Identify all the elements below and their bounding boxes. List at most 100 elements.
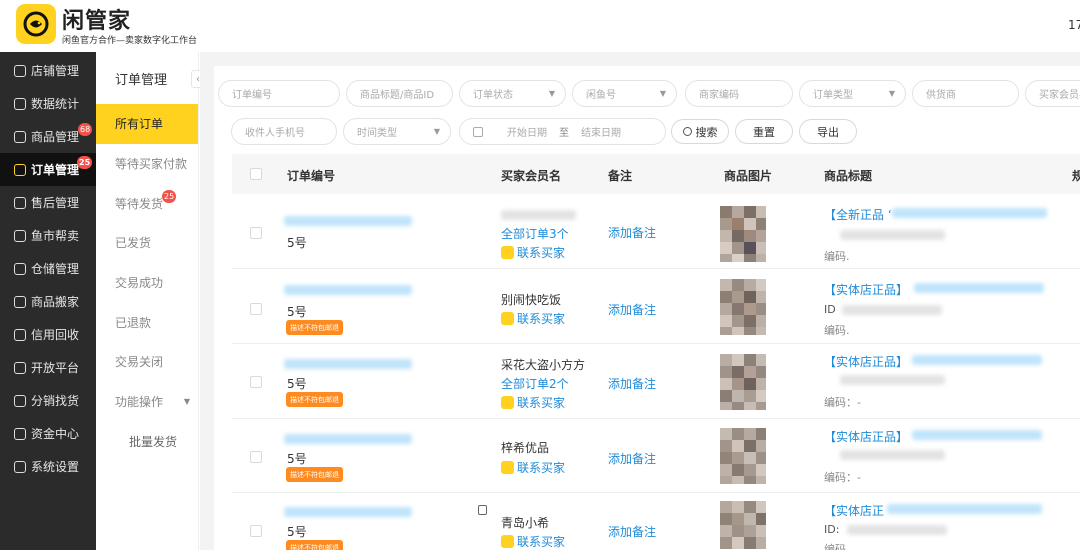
row-checkbox[interactable]	[250, 525, 262, 537]
warehouse-icon	[14, 262, 26, 275]
goods-count-badge: 68	[78, 123, 93, 136]
table-row[interactable]: 5号 描述不符包邮退 青岛小希 联系买家 添加备注 【实体店正 ID: 编码	[232, 493, 1080, 550]
subnav-item-awaiting-shipment[interactable]: 等待发货 25	[96, 183, 198, 223]
supplier-input[interactable]: 供货商	[912, 80, 1019, 107]
export-button[interactable]: 导出	[799, 119, 857, 144]
add-note-link[interactable]: 添加备注	[608, 450, 656, 467]
contact-buyer-link[interactable]: 联系买家	[501, 533, 565, 550]
sidebar-item-recycle[interactable]: 信用回收	[0, 318, 96, 351]
table-header: 订单编号 买家会员名 备注 商品图片 商品标题 规	[232, 154, 1080, 194]
subnav-title: 订单管理	[115, 72, 168, 88]
product-title-link[interactable]: 【全新正品 ‘	[824, 206, 892, 223]
row-checkbox[interactable]	[250, 303, 262, 315]
chat-icon	[501, 246, 514, 259]
sidebar-item-label: 商品搬家	[31, 295, 80, 309]
copy-icon[interactable]	[478, 505, 487, 515]
product-title-input[interactable]: 商品标题/商品ID	[346, 80, 453, 107]
order-number-suffix: 5号	[287, 452, 307, 466]
order-icon	[14, 163, 26, 176]
date-range-picker[interactable]: 开始日期 至 结束日期	[459, 118, 666, 145]
subnav-item-all-orders[interactable]: 所有订单	[96, 104, 198, 144]
order-number-blurred	[284, 285, 412, 295]
contact-buyer-link[interactable]: 联系买家	[501, 394, 565, 411]
order-no-input[interactable]: 订单编号	[218, 80, 340, 107]
add-note-link[interactable]: 添加备注	[608, 224, 656, 241]
sidebar-item-orders[interactable]: 订单管理 25	[0, 153, 96, 186]
sidebar-item-store[interactable]: 店铺管理	[0, 54, 96, 87]
contact-buyer-link[interactable]: 联系买家	[501, 459, 565, 476]
add-note-link[interactable]: 添加备注	[608, 301, 656, 318]
sidebar-item-move[interactable]: 商品搬家	[0, 285, 96, 318]
all-orders-link[interactable]: 全部订单3个	[501, 225, 569, 242]
row-checkbox[interactable]	[250, 227, 262, 239]
subnav-item-operations[interactable]: 功能操作 ▼	[96, 382, 198, 422]
merchant-code-input[interactable]: 商家编码	[685, 80, 793, 107]
table-row[interactable]: 5号 全部订单3个 联系买家 添加备注 【全新正品 ‘ 编码.	[232, 194, 1080, 269]
product-thumbnail[interactable]	[720, 279, 766, 335]
row-checkbox[interactable]	[250, 376, 262, 388]
sidebar-item-stats[interactable]: 数据统计	[0, 87, 96, 120]
product-title-prefix: 【全新正品	[824, 208, 885, 222]
buyer-name-blurred	[501, 210, 576, 220]
sidebar-item-distribution[interactable]: 分销找货	[0, 384, 96, 417]
product-thumbnail[interactable]	[720, 501, 766, 550]
add-note-link[interactable]: 添加备注	[608, 523, 656, 540]
sidebar-item-fish-market[interactable]: 鱼市帮卖	[0, 219, 96, 252]
search-button[interactable]: 搜索	[671, 119, 729, 144]
sidebar-item-label: 订单管理	[31, 163, 80, 177]
search-icon	[682, 127, 692, 136]
order-status-select[interactable]: 订单状态 ▼	[459, 80, 566, 107]
sidebar-item-after-sale[interactable]: 售后管理	[0, 186, 96, 219]
all-orders-link[interactable]: 全部订单2个	[501, 375, 569, 392]
subnav-item-completed[interactable]: 交易成功	[96, 263, 198, 303]
subnav-item-awaiting-payment[interactable]: 等待买家付款	[96, 144, 198, 184]
subnav-item-closed[interactable]: 交易关闭	[96, 342, 198, 382]
sidebar-item-label: 分销找货	[31, 394, 80, 408]
xianyu-no-select[interactable]: 闲鱼号 ▼	[572, 80, 677, 107]
sidebar-item-warehouse[interactable]: 仓储管理	[0, 252, 96, 285]
product-title-link[interactable]: 【实体店正	[824, 502, 884, 519]
end-date-placeholder[interactable]: 结束日期	[581, 124, 621, 139]
product-thumbnail[interactable]	[720, 428, 766, 484]
product-title-link[interactable]: 【实体店正品】	[824, 353, 908, 370]
sidebar-item-label: 开放平台	[31, 361, 80, 375]
app-logo[interactable]	[16, 4, 56, 44]
table-row[interactable]: 5号 描述不符包邮退 别闹快吃饭 联系买家 添加备注 【实体店正品】 ID 编码…	[232, 269, 1080, 344]
buyer-name: 采花大盗小方方	[501, 358, 586, 372]
order-status-placeholder: 订单状态	[473, 90, 513, 101]
time-type-select[interactable]: 时间类型 ▼	[343, 118, 451, 145]
table-row[interactable]: 5号 描述不符包邮退 采花大盗小方方 全部订单2个 联系买家 添加备注 【实体店…	[232, 344, 1080, 419]
subnav-item-batch-ship[interactable]: 批量发货	[96, 422, 198, 462]
sidebar-item-goods[interactable]: 商品管理 68	[0, 120, 96, 153]
product-title-link[interactable]: 【实体店正品】	[824, 428, 908, 445]
product-title-link[interactable]: 【实体店正品】	[824, 281, 908, 298]
reset-button[interactable]: 重置	[735, 119, 793, 144]
header-user-info[interactable]: 17	[1068, 18, 1080, 32]
row-checkbox[interactable]	[250, 451, 262, 463]
order-number-suffix: 5号	[287, 525, 307, 539]
contact-buyer-link[interactable]: 联系买家	[501, 244, 565, 261]
product-thumbnail[interactable]	[720, 354, 766, 410]
add-note-link[interactable]: 添加备注	[608, 375, 656, 392]
select-all-checkbox[interactable]	[250, 168, 262, 180]
sidebar-item-fund[interactable]: 资金中心	[0, 417, 96, 450]
table-row[interactable]: 5号 描述不符包邮退 梓希优品 联系买家 添加备注 【实体店正品】 编码：-	[232, 419, 1080, 493]
sidebar-item-platform[interactable]: 开放平台	[0, 351, 96, 384]
product-thumbnail[interactable]	[720, 206, 766, 262]
start-date-placeholder[interactable]: 开始日期	[507, 124, 547, 139]
subnav-item-refunded[interactable]: 已退款	[96, 302, 198, 342]
caret-down-icon: ▼	[433, 127, 440, 136]
product-id-blurred	[840, 230, 945, 240]
contact-buyer-link[interactable]: 联系买家	[501, 310, 565, 327]
buyer-member-input[interactable]: 买家会员名	[1025, 80, 1080, 107]
order-type-select[interactable]: 订单类型 ▼	[799, 80, 906, 107]
recycle-icon	[14, 328, 26, 341]
app-subtitle: 闲鱼官方合作—卖家数字化工作台	[62, 36, 198, 46]
settings-icon	[14, 460, 26, 473]
sidebar-item-settings[interactable]: 系统设置	[0, 450, 96, 483]
product-title-blurred	[912, 430, 1042, 440]
time-type-placeholder: 时间类型	[357, 128, 397, 139]
caret-down-icon: ▼	[888, 89, 895, 98]
subnav-item-shipped[interactable]: 已发货	[96, 223, 198, 263]
receiver-phone-input[interactable]: 收件人手机号	[231, 118, 337, 145]
